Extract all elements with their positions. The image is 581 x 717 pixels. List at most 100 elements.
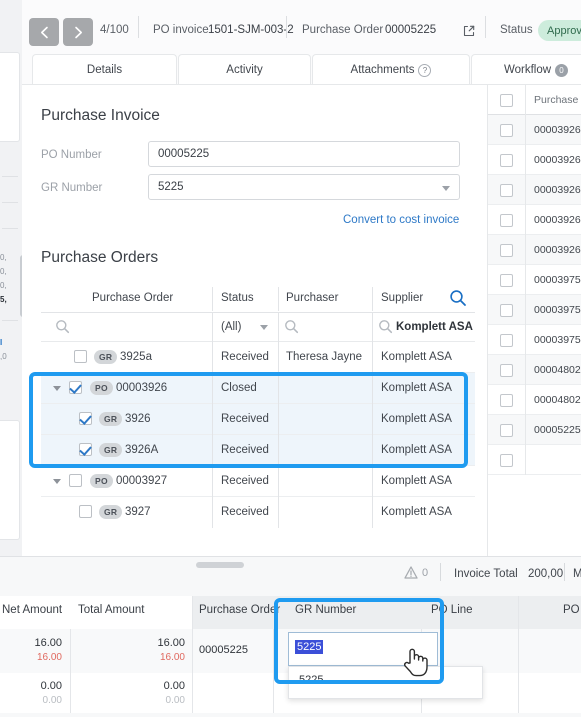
list-item[interactable]: 00003975 bbox=[488, 265, 581, 295]
row-checkbox[interactable] bbox=[500, 334, 513, 347]
row-checkbox[interactable] bbox=[500, 244, 513, 257]
row-checkbox[interactable] bbox=[500, 214, 513, 227]
row-type-pill: GR bbox=[99, 505, 123, 519]
row-supplier: Komplett ASA bbox=[381, 351, 452, 363]
purchase-orders-table: Purchase Order Status Purchaser Supplier bbox=[41, 285, 475, 528]
filter-supplier-value[interactable]: Komplett ASA bbox=[396, 321, 473, 333]
filter-status-value[interactable]: (All) bbox=[221, 321, 241, 333]
row-checkbox[interactable] bbox=[500, 184, 513, 197]
tab-workflow[interactable]: Workflow 0 bbox=[471, 54, 581, 85]
next-document-button[interactable] bbox=[63, 18, 93, 46]
tab-details[interactable]: Details bbox=[32, 54, 177, 85]
document-header: 4/100 PO invoice 1501-SJM-003-2 Purchase… bbox=[22, 0, 581, 54]
search-icon[interactable] bbox=[55, 319, 70, 339]
column-header-purchase-order[interactable]: Purchase Order bbox=[92, 292, 173, 304]
tab-activity[interactable]: Activity bbox=[178, 54, 311, 85]
row-supplier: Komplett ASA bbox=[381, 382, 452, 394]
row-id: 00003975 bbox=[534, 274, 581, 286]
list-item[interactable]: 00003926 bbox=[488, 115, 581, 145]
row-checkbox[interactable] bbox=[500, 274, 513, 287]
row-total-amount-secondary: 16.00 bbox=[159, 652, 185, 663]
workflow-count-badge: 0 bbox=[555, 63, 569, 77]
list-item[interactable]: 00003926 bbox=[488, 145, 581, 175]
row-id: 00005225 bbox=[534, 424, 581, 436]
column-header-po-line[interactable]: PO Line bbox=[431, 604, 473, 616]
list-item[interactable]: 00003926 bbox=[488, 205, 581, 235]
app-root: 0, 0, 0, 5, l ,0 4/100 PO invoice 1501-S… bbox=[0, 0, 581, 717]
list-item[interactable] bbox=[488, 445, 581, 475]
row-checkbox[interactable] bbox=[500, 124, 513, 137]
convert-to-cost-invoice-link[interactable]: Convert to cost invoice bbox=[343, 214, 459, 226]
table-row[interactable]: GR 3925a Received Theresa Jayne Komplett… bbox=[41, 342, 475, 373]
row-checkbox[interactable] bbox=[500, 424, 513, 437]
row-id: 3927 bbox=[125, 506, 151, 518]
chevron-down-icon[interactable] bbox=[260, 325, 268, 330]
gr-number-select[interactable]: 5225 bbox=[148, 174, 460, 200]
list-item[interactable]: 00003926 bbox=[488, 175, 581, 205]
row-id: 3926 bbox=[125, 413, 151, 425]
chevron-down-icon bbox=[442, 186, 450, 191]
table-row[interactable]: PO 00003927 Received Komplett ASA bbox=[41, 466, 475, 497]
row-checkbox[interactable] bbox=[79, 505, 92, 518]
row-checkbox[interactable] bbox=[500, 394, 513, 407]
previous-document-button[interactable] bbox=[29, 18, 59, 46]
row-checkbox[interactable] bbox=[500, 454, 513, 467]
list-item[interactable]: 00005225 bbox=[488, 415, 581, 445]
column-header-total-amount[interactable]: Total Amount bbox=[78, 604, 144, 616]
table-filter-row: (All) Komplett ASA bbox=[41, 313, 475, 342]
gr-number-dropdown[interactable]: 5225 bbox=[288, 666, 483, 699]
row-expander-icon[interactable] bbox=[53, 479, 61, 484]
panel-resize-handle[interactable] bbox=[196, 562, 244, 568]
row-checkbox[interactable] bbox=[74, 350, 87, 363]
column-header-purchaser[interactable]: Purchaser bbox=[286, 292, 338, 304]
select-all-checkbox[interactable] bbox=[500, 94, 513, 107]
po-number-input[interactable]: 00005225 bbox=[148, 141, 460, 167]
row-type-pill: GR bbox=[94, 350, 118, 364]
purchase-orders-title: Purchase Orders bbox=[41, 249, 159, 266]
table-row[interactable]: GR 3926 Received Komplett ASA bbox=[41, 404, 475, 435]
row-checkbox[interactable] bbox=[69, 474, 82, 487]
row-id: 00004802 bbox=[534, 394, 581, 406]
row-net-amount: 0.00 bbox=[40, 680, 62, 692]
table-row[interactable]: GR 3926A Received Komplett ASA bbox=[41, 435, 475, 466]
list-item[interactable]: 00004802 bbox=[488, 385, 581, 415]
column-header-purchase-order[interactable]: Purchase Order bbox=[199, 604, 280, 616]
gr-number-cell-editor[interactable]: 5225 bbox=[288, 632, 438, 666]
list-item[interactable]: 00003975 bbox=[488, 295, 581, 325]
table-row[interactable]: GR 3927 Received Komplett ASA bbox=[41, 497, 475, 528]
column-header-supplier[interactable]: Supplier bbox=[381, 292, 423, 304]
row-checkbox[interactable] bbox=[79, 443, 92, 456]
row-checkbox[interactable] bbox=[500, 364, 513, 377]
column-header-po[interactable]: PO bbox=[563, 604, 580, 616]
background-card-bottom bbox=[0, 420, 20, 540]
row-checkbox[interactable] bbox=[500, 154, 513, 167]
search-icon[interactable] bbox=[449, 289, 467, 312]
list-item[interactable]: 00003926 bbox=[488, 235, 581, 265]
column-header-status[interactable]: Status bbox=[221, 292, 254, 304]
row-checkbox[interactable] bbox=[500, 304, 513, 317]
side-list-column-header: Purchase Or bbox=[534, 94, 581, 106]
table-row[interactable]: PO 00003926 Closed Komplett ASA bbox=[41, 373, 475, 404]
list-item[interactable]: 00003975 bbox=[488, 325, 581, 355]
row-expander-icon[interactable] bbox=[53, 386, 61, 391]
search-icon[interactable] bbox=[378, 319, 393, 339]
row-total-amount-secondary: 0.00 bbox=[165, 695, 185, 706]
column-header-gr-number[interactable]: GR Number bbox=[295, 604, 356, 616]
list-item[interactable]: 00004802 bbox=[488, 355, 581, 385]
dropdown-option[interactable]: 5225 bbox=[289, 667, 482, 693]
search-icon[interactable] bbox=[284, 319, 299, 339]
gr-number-value: 5225 bbox=[158, 181, 184, 193]
row-checkbox[interactable] bbox=[69, 381, 82, 394]
row-status: Received bbox=[221, 506, 269, 518]
row-id: 00003926 bbox=[534, 124, 581, 136]
row-status: Received bbox=[221, 444, 269, 456]
page-counter: 4/100 bbox=[100, 24, 129, 36]
tab-label: Workflow bbox=[503, 64, 552, 76]
column-header-net-amount[interactable]: Net Amount bbox=[2, 604, 62, 616]
row-checkbox[interactable] bbox=[79, 412, 92, 425]
external-link-icon[interactable] bbox=[463, 24, 475, 42]
tab-attachments[interactable]: Attachments ? bbox=[312, 54, 470, 85]
row-id: 00003926 bbox=[534, 214, 581, 226]
invoice-lines-header-row: Net Amount Total Amount Purchase Order G… bbox=[0, 596, 581, 629]
gr-number-selected-text[interactable]: 5225 bbox=[295, 640, 324, 654]
